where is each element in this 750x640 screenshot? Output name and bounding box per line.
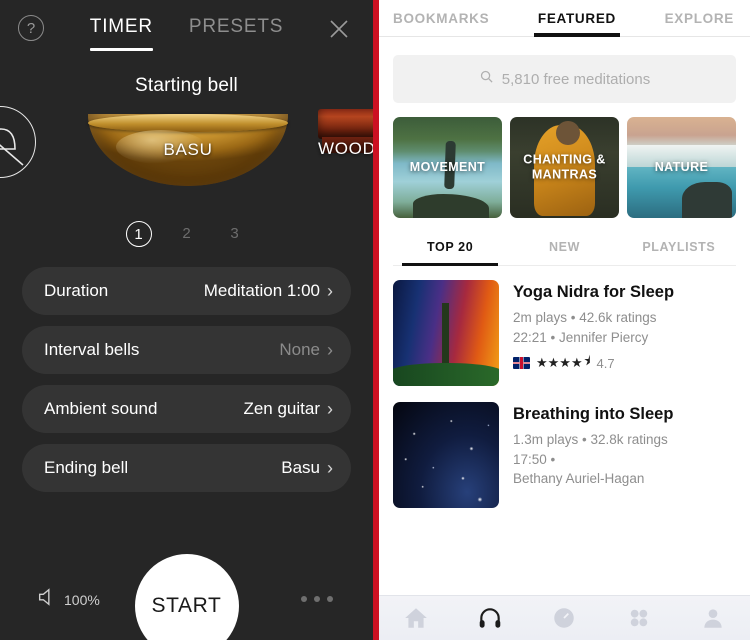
basu-bell-option[interactable]: BASU (88, 106, 288, 200)
search-input[interactable]: 5,810 free meditations (393, 55, 736, 103)
mute-bell-option[interactable] (0, 106, 36, 178)
more-options-button[interactable] (301, 596, 333, 602)
category-label-movement: MOVEMENT (409, 159, 486, 174)
uk-flag-icon (513, 357, 530, 370)
person-icon (700, 605, 726, 631)
track-meta-plays: 2m plays • 42.6k ratings (513, 310, 657, 325)
home-icon (403, 605, 429, 631)
nav-listen-button[interactable] (473, 603, 507, 633)
track-thumbnail (393, 402, 499, 508)
timer-panel: ? TIMER PRESETS Starting bell BASU WOOD … (0, 0, 373, 640)
track-info: Yoga Nidra for Sleep 2m plays • 42.6k ra… (513, 280, 674, 386)
volume-control[interactable]: 100% (36, 586, 100, 613)
setting-value-interval-bells: None (279, 340, 320, 359)
library-tabs: BOOKMARKS FEATURED EXPLORE (379, 0, 750, 37)
setting-row-ambient-sound[interactable]: Ambient sound Zen guitar › (22, 385, 351, 433)
setting-value-duration: Meditation 1:00 (203, 281, 320, 300)
timer-tabs: TIMER PRESETS (0, 0, 373, 58)
list-tabs: TOP 20 NEW PLAYLISTS (393, 240, 736, 266)
tab-timer[interactable]: TIMER (89, 16, 154, 51)
wood-block-icon (318, 109, 373, 139)
pager-dot-1[interactable]: 1 (125, 221, 152, 247)
nav-profile-button[interactable] (696, 603, 730, 633)
dot (327, 596, 333, 602)
timer-header: ? TIMER PRESETS (0, 0, 373, 58)
basu-bell-label: BASU (163, 140, 213, 159)
track-info: Breathing into Sleep 1.3m plays • 32.8k … (513, 402, 673, 508)
track-meta-duration-author: 22:21 • Jennifer Piercy (513, 329, 649, 345)
track-row[interactable]: Breathing into Sleep 1.3m plays • 32.8k … (393, 402, 736, 508)
nav-home-button[interactable] (399, 603, 433, 633)
chevron-right-icon: › (327, 281, 333, 301)
dot (301, 596, 307, 602)
setting-label-interval-bells: Interval bells (44, 340, 140, 359)
setting-row-interval-bells[interactable]: Interval bells None › (22, 326, 351, 374)
category-row: MOVEMENT CHANTING & MANTRAS NATURE (393, 117, 736, 218)
setting-right-interval-bells: None › (279, 340, 333, 360)
half-star-icon: ⯨ (583, 353, 591, 369)
track-row[interactable]: Yoga Nidra for Sleep 2m plays • 42.6k ra… (393, 280, 736, 386)
dot (314, 596, 320, 602)
volume-value: 100% (64, 591, 100, 608)
setting-value-ambient-sound: Zen guitar (243, 399, 320, 418)
nav-browse-button[interactable] (622, 603, 656, 633)
category-label-chanting-mantras: CHANTING & MANTRAS (523, 151, 606, 182)
track-title: Breathing into Sleep (513, 405, 674, 423)
setting-label-ending-bell: Ending bell (44, 458, 129, 477)
track-thumbnail (393, 280, 499, 386)
setting-right-duration: Meditation 1:00 › (204, 281, 333, 301)
wood-bell-label: WOOD (318, 139, 373, 158)
nav-timer-button[interactable] (547, 603, 581, 633)
pager-dot-2[interactable]: 2 (174, 221, 200, 247)
track-rating: ★★★★ ⯨ 4.7 (513, 352, 674, 374)
list-tab-top-20[interactable]: TOP 20 (393, 240, 507, 266)
rating-value: 4.7 (596, 355, 615, 371)
timer-settings: Duration Meditation 1:00 › Interval bell… (22, 267, 351, 492)
category-label-nature: NATURE (654, 159, 709, 174)
start-button[interactable]: START (134, 554, 239, 640)
category-card-movement[interactable]: MOVEMENT (393, 117, 502, 218)
track-list: Yoga Nidra for Sleep 2m plays • 42.6k ra… (393, 280, 736, 508)
section-title: Starting bell (135, 75, 238, 96)
app-root: ? TIMER PRESETS Starting bell BASU WOOD … (0, 0, 750, 640)
setting-row-duration[interactable]: Duration Meditation 1:00 › (22, 267, 351, 315)
track-title: Yoga Nidra for Sleep (513, 283, 675, 301)
search-icon (479, 69, 494, 89)
headphones-icon (477, 605, 503, 631)
bell-carousel[interactable]: BASU WOOD (0, 106, 373, 205)
bell-pager[interactable]: 1 2 3 (0, 221, 373, 247)
category-card-nature[interactable]: NATURE (627, 117, 736, 218)
category-card-chanting-mantras[interactable]: CHANTING & MANTRAS (510, 117, 619, 218)
search-placeholder: 5,810 free meditations (501, 70, 651, 88)
setting-right-ending-bell: Basu › (281, 458, 333, 478)
pager-dot-3[interactable]: 3 (222, 221, 248, 247)
tab-bookmarks[interactable]: BOOKMARKS (393, 0, 489, 37)
track-meta-duration: 17:50 • (513, 451, 556, 467)
wood-bell-option[interactable]: WOOD (318, 107, 373, 201)
clock-icon (551, 605, 577, 631)
close-icon[interactable] (327, 17, 351, 41)
track-meta-author: Bethany Auriel-Hagan (513, 471, 645, 487)
chevron-right-icon: › (327, 458, 333, 478)
track-meta-plays: 1.3m plays • 32.8k ratings (513, 432, 668, 447)
chevron-right-icon: › (327, 399, 333, 419)
tab-explore[interactable]: EXPLORE (665, 0, 734, 37)
tab-presets[interactable]: PRESETS (189, 16, 283, 42)
library-panel: BOOKMARKS FEATURED EXPLORE 5,810 free me… (379, 0, 750, 640)
chevron-right-icon: › (327, 340, 333, 360)
setting-value-ending-bell: Basu (281, 458, 320, 477)
setting-row-ending-bell[interactable]: Ending bell Basu › (22, 444, 351, 492)
tab-featured[interactable]: FEATURED (533, 0, 621, 37)
speaker-icon (36, 586, 58, 613)
list-tab-playlists[interactable]: PLAYLISTS (622, 240, 736, 265)
grid-icon (626, 605, 652, 631)
setting-label-duration: Duration (44, 281, 109, 300)
setting-right-ambient-sound: Zen guitar › (243, 399, 333, 419)
star-rating-icon: ★★★★ (536, 355, 583, 371)
bottom-navigation (379, 595, 750, 640)
timer-footer: 100% START (0, 544, 373, 640)
setting-label-ambient-sound: Ambient sound (44, 399, 158, 418)
list-tab-new[interactable]: NEW (507, 240, 621, 265)
